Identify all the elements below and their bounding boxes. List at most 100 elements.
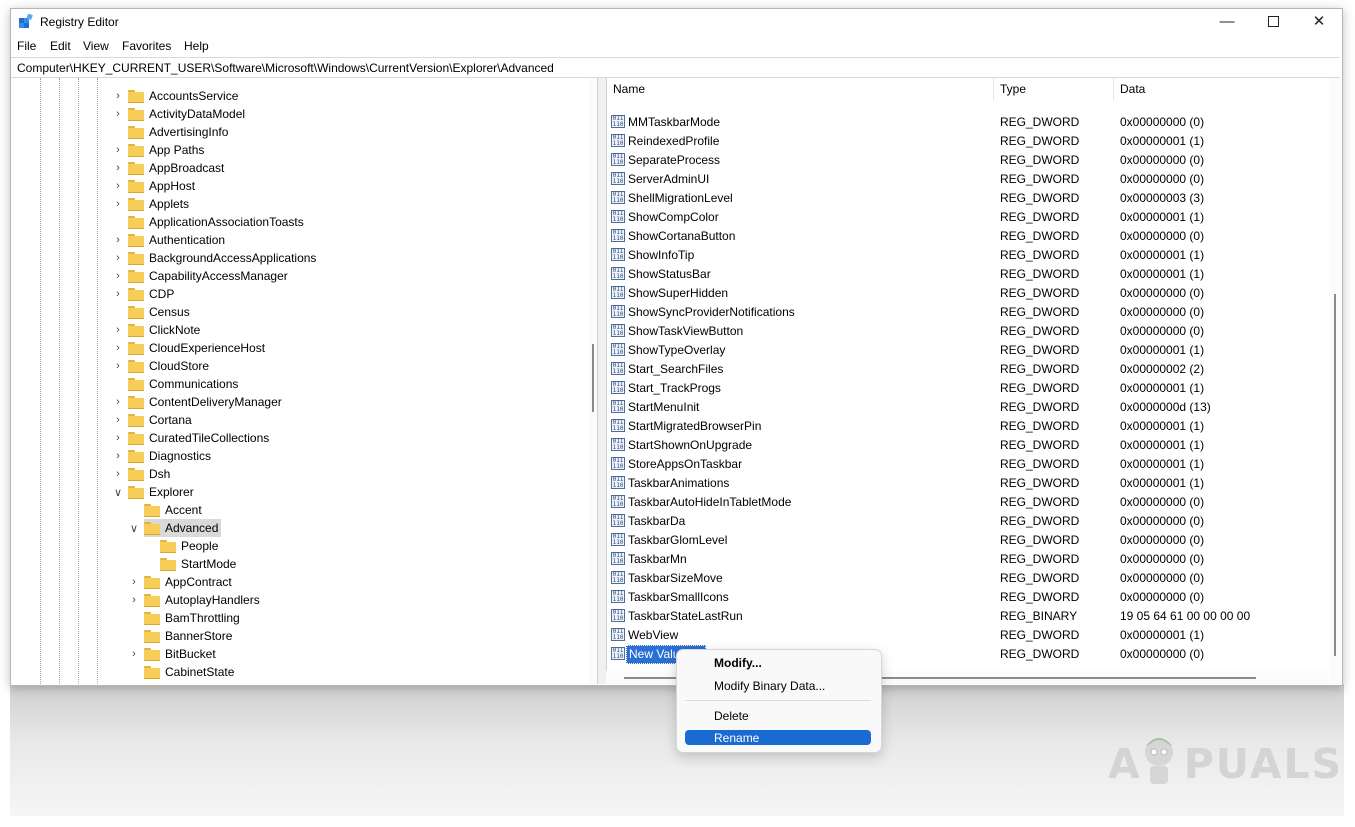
tree-node[interactable]: AdvertisingInfo	[128, 123, 231, 141]
chevron-right-icon[interactable]: ›	[113, 177, 123, 195]
tree-node[interactable]: People	[160, 537, 221, 555]
close-button[interactable]: ✕	[1296, 9, 1342, 33]
tree-node[interactable]: Dsh	[128, 465, 173, 483]
tree-node[interactable]: ActivityDataModel	[128, 105, 248, 123]
context-item-rename[interactable]: Rename	[685, 730, 871, 745]
menu-favorites[interactable]: Favorites	[122, 39, 171, 53]
tree-node[interactable]: ClickNote	[128, 321, 203, 339]
scrollbar-thumb[interactable]	[1334, 294, 1336, 656]
menu-view[interactable]: View	[83, 39, 109, 53]
value-row[interactable]: 011 110 TaskbarMn REG_DWORD 0x00000000 (0)	[606, 549, 1328, 568]
tree-node[interactable]: BackgroundAccessApplications	[128, 249, 319, 267]
tree-node[interactable]: AccountsService	[128, 87, 241, 105]
chevron-right-icon[interactable]: ›	[113, 465, 123, 483]
column-header-data[interactable]: Data	[1120, 82, 1145, 96]
tree-node[interactable]: CloudStore	[128, 357, 212, 375]
minimize-button[interactable]: —	[1204, 9, 1250, 33]
chevron-right-icon[interactable]: ›	[113, 393, 123, 411]
address-bar[interactable]: Computer\HKEY_CURRENT_USER\Software\Micr…	[11, 57, 1340, 78]
tree-node[interactable]: Advanced	[144, 519, 222, 537]
chevron-right-icon[interactable]: ›	[113, 411, 123, 429]
chevron-right-icon[interactable]: ›	[129, 645, 139, 663]
value-row[interactable]: 011 110 WebView REG_DWORD 0x00000001 (1)	[606, 625, 1328, 644]
chevron-right-icon[interactable]: ›	[113, 339, 123, 357]
value-row[interactable]: 011 110 ShowCompColor REG_DWORD 0x00000001 (…	[606, 207, 1328, 226]
value-row[interactable]: 011 110 ShellMigrationLevel REG_DWORD 0x0000…	[606, 188, 1328, 207]
chevron-right-icon[interactable]: ›	[113, 267, 123, 285]
value-row[interactable]: 011 110 Start_SearchFiles REG_DWORD 0x000000…	[606, 359, 1328, 378]
tree-node[interactable]: CapabilityAccessManager	[128, 267, 291, 285]
chevron-right-icon[interactable]: ›	[113, 87, 123, 105]
list-vertical-scrollbar[interactable]	[1329, 78, 1341, 684]
chevron-right-icon[interactable]: ›	[113, 321, 123, 339]
value-row[interactable]: 011 110 ShowTaskViewButton REG_DWORD 0x00000…	[606, 321, 1328, 340]
tree-node[interactable]: Accent	[144, 501, 205, 519]
column-divider[interactable]	[1113, 78, 1114, 100]
values-list-pane[interactable]: Name Type Data 011 110 MMTaskbarMode REG_DW…	[606, 78, 1328, 671]
value-row[interactable]: 011 110 MMTaskbarMode REG_DWORD 0x00000000 (…	[606, 112, 1328, 131]
value-row[interactable]: 011 110 ShowStatusBar REG_DWORD 0x00000001 (…	[606, 264, 1328, 283]
value-row[interactable]: 011 110 ShowTypeOverlay REG_DWORD 0x00000001…	[606, 340, 1328, 359]
chevron-right-icon[interactable]: ›	[113, 285, 123, 303]
tree-vertical-scrollbar[interactable]	[589, 78, 597, 684]
chevron-right-icon[interactable]: ›	[113, 159, 123, 177]
value-row[interactable]: 011 110 StartMigratedBrowserPin REG_DWORD 0x…	[606, 416, 1328, 435]
tree-node[interactable]: Explorer	[128, 483, 197, 501]
chevron-right-icon[interactable]: ›	[129, 573, 139, 591]
tree-node[interactable]: BitBucket	[144, 645, 219, 663]
context-item-modify-binary[interactable]: Modify Binary Data...	[685, 676, 871, 695]
value-row[interactable]: 011 110 ShowSuperHidden REG_DWORD 0x00000000…	[606, 283, 1328, 302]
column-header-type[interactable]: Type	[1000, 82, 1026, 96]
tree-node[interactable]: Applets	[128, 195, 192, 213]
tree-node[interactable]: Diagnostics	[128, 447, 214, 465]
tree-node[interactable]: AppBroadcast	[128, 159, 227, 177]
tree-node[interactable]: CuratedTileCollections	[128, 429, 272, 447]
menu-edit[interactable]: Edit	[50, 39, 71, 53]
chevron-right-icon[interactable]: ›	[113, 195, 123, 213]
tree-node[interactable]: Communications	[128, 375, 241, 393]
chevron-right-icon[interactable]: ›	[129, 591, 139, 609]
tree-node[interactable]: AppContract	[144, 573, 235, 591]
chevron-right-icon[interactable]: ›	[113, 447, 123, 465]
value-row[interactable]: 011 110 ShowCortanaButton REG_DWORD 0x000000…	[606, 226, 1328, 245]
value-row[interactable]: 011 110 ReindexedProfile REG_DWORD 0x0000000…	[606, 131, 1328, 150]
chevron-right-icon[interactable]: ›	[113, 249, 123, 267]
value-row[interactable]: 011 110 TaskbarStateLastRun REG_BINARY 19 05…	[606, 606, 1328, 625]
tree-node[interactable]: Authentication	[128, 231, 228, 249]
tree-node[interactable]: ApplicationAssociationToasts	[128, 213, 307, 231]
tree-node[interactable]: CloudExperienceHost	[128, 339, 268, 357]
value-row[interactable]: 011 110 TaskbarAutoHideInTabletMode REG_DWO…	[606, 492, 1328, 511]
context-item-delete[interactable]: Delete	[685, 706, 871, 725]
tree-node[interactable]: AutoplayHandlers	[144, 591, 263, 609]
value-row[interactable]: 011 110 TaskbarSizeMove REG_DWORD 0x00000000…	[606, 568, 1328, 587]
value-row[interactable]: 011 110 ServerAdminUI REG_DWORD 0x00000000 (…	[606, 169, 1328, 188]
menu-file[interactable]: File	[17, 39, 36, 53]
tree-node[interactable]: ContentDeliveryManager	[128, 393, 285, 411]
chevron-down-icon[interactable]: ∨	[129, 519, 139, 537]
column-divider[interactable]	[993, 78, 994, 100]
chevron-right-icon[interactable]: ›	[113, 231, 123, 249]
value-row[interactable]: 011 110 SeparateProcess REG_DWORD 0x00000000…	[606, 150, 1328, 169]
context-item-modify[interactable]: Modify...	[685, 653, 871, 672]
maximize-button[interactable]	[1250, 9, 1296, 33]
title-bar[interactable]: Registry Editor — ✕	[11, 9, 1342, 35]
value-row[interactable]: 011 110 ShowSyncProviderNotifications REG_D…	[606, 302, 1328, 321]
key-tree-pane[interactable]: › AccountsService › ActivityDataModel Advert…	[11, 78, 590, 684]
menu-help[interactable]: Help	[184, 39, 209, 53]
chevron-right-icon[interactable]: ›	[113, 141, 123, 159]
value-row[interactable]: 011 110 StartMenuInit REG_DWORD 0x0000000d (…	[606, 397, 1328, 416]
chevron-right-icon[interactable]: ›	[113, 429, 123, 447]
value-row[interactable]: 011 110 TaskbarDa REG_DWORD 0x00000000 (0)	[606, 511, 1328, 530]
value-row[interactable]: 011 110 StartShownOnUpgrade REG_DWORD 0x0000…	[606, 435, 1328, 454]
value-row[interactable]: 011 110 TaskbarGlomLevel REG_DWORD 0x0000000…	[606, 530, 1328, 549]
tree-node[interactable]: AppHost	[128, 177, 198, 195]
tree-node[interactable]: StartMode	[160, 555, 239, 573]
value-row[interactable]: 011 110 Start_TrackProgs REG_DWORD 0x0000000…	[606, 378, 1328, 397]
chevron-right-icon[interactable]: ›	[113, 357, 123, 375]
chevron-down-icon[interactable]: ∨	[113, 483, 123, 501]
column-header-name[interactable]: Name	[613, 82, 645, 96]
tree-node[interactable]: Census	[128, 303, 193, 321]
tree-node[interactable]: CD Burning	[144, 681, 230, 684]
tree-node[interactable]: CabinetState	[144, 663, 237, 681]
chevron-right-icon[interactable]: ›	[129, 681, 139, 684]
